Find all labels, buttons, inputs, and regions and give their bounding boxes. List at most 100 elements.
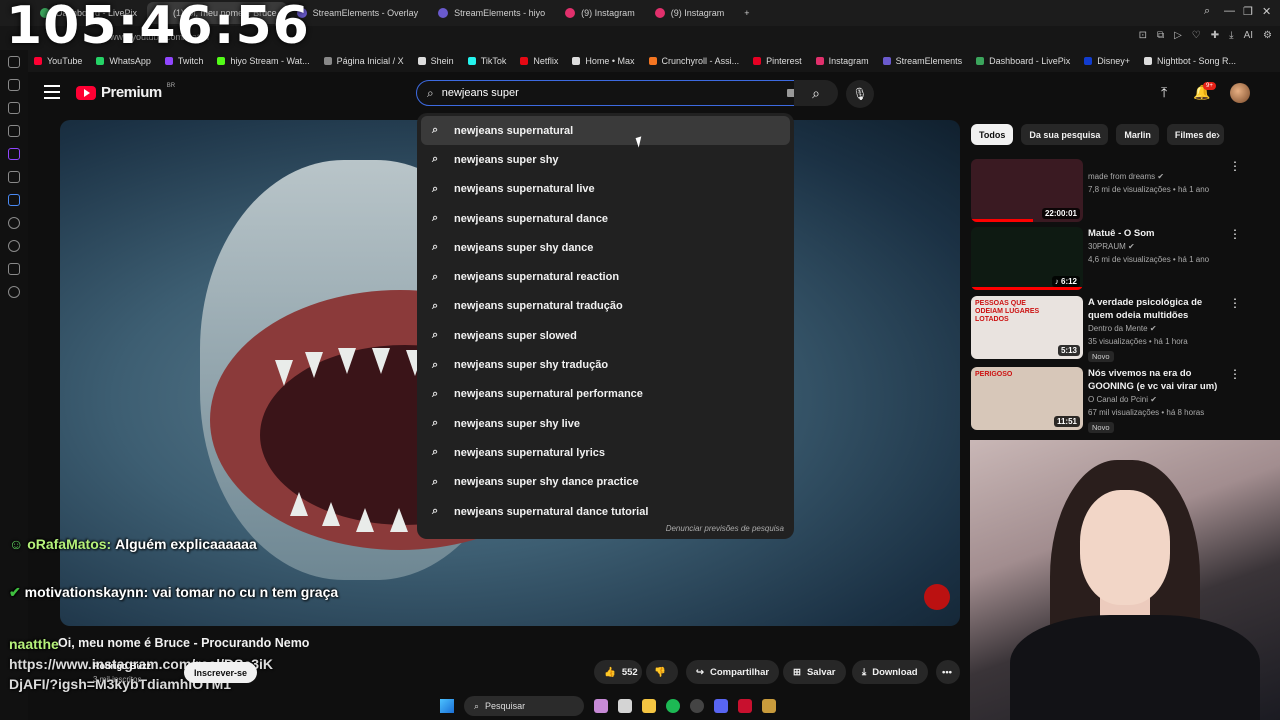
- browser-tab[interactable]: (9) Instagram: [555, 2, 645, 24]
- league-icon[interactable]: [762, 699, 776, 713]
- download-button[interactable]: ⤓ Download: [852, 660, 928, 684]
- discord-icon[interactable]: [714, 699, 728, 713]
- recommended-video[interactable]: ♪ 6:12 Matuê - O Som 30PRAUM ✔ 4,6 mi de vi…: [971, 227, 1241, 291]
- youtube-logo[interactable]: Premium BR: [76, 83, 175, 101]
- bookmark-item[interactable]: Disney+: [1084, 56, 1130, 66]
- recommended-video[interactable]: 22:00:01 made from dreams ✔ 7,8 mi de visu…: [971, 159, 1241, 223]
- search-tabs-icon[interactable]: ⌕: [1204, 5, 1210, 18]
- video-thumbnail[interactable]: ♪ 6:12: [971, 227, 1083, 290]
- more-options-icon[interactable]: ⋮: [1229, 227, 1241, 241]
- search-suggestion[interactable]: ⌕ newjeans supernatural tradução: [417, 292, 794, 321]
- subscribe-button[interactable]: Inscrever-se: [184, 662, 258, 683]
- chip-from-search[interactable]: Da sua pesquisa: [1021, 124, 1109, 145]
- download-icon[interactable]: ⤓: [1229, 30, 1233, 41]
- search-suggestion[interactable]: ⌕ newjeans supernatural dance tutorial: [417, 497, 794, 526]
- new-tab-button[interactable]: +: [734, 2, 759, 24]
- search-box[interactable]: ⌕ ✕: [416, 80, 822, 106]
- recommended-video[interactable]: PESSOAS QUE ODEIAM LUGARES LOTADOS 5:13 A …: [971, 296, 1241, 362]
- more-options-icon[interactable]: ⋮: [1229, 367, 1241, 381]
- channel-name[interactable]: Rodrigo Buzz: [93, 661, 151, 671]
- notes-icon[interactable]: [8, 102, 20, 114]
- clock-icon[interactable]: [8, 240, 20, 252]
- chevron-right-icon[interactable]: ›: [1216, 128, 1220, 142]
- bookmark-item[interactable]: WhatsApp: [96, 56, 151, 66]
- bookmark-item[interactable]: Home • Max: [572, 56, 635, 66]
- create-upload-icon[interactable]: ⤒: [1161, 84, 1167, 101]
- bookmark-item[interactable]: hiyo Stream - Wat...: [217, 56, 310, 66]
- chip-marlin[interactable]: Marlin: [1116, 124, 1159, 145]
- bookmark-item[interactable]: Instagram: [815, 56, 869, 66]
- settings-icon[interactable]: ⚙: [1263, 30, 1272, 41]
- settings-icon[interactable]: [8, 286, 20, 298]
- bookmark-item[interactable]: Shein: [417, 56, 454, 66]
- search-suggestion[interactable]: ⌕ newjeans super shy: [417, 145, 794, 174]
- bookmark-item[interactable]: Twitch: [164, 56, 203, 66]
- puzzle-icon[interactable]: ✚: [1211, 30, 1219, 41]
- chip-todos[interactable]: Todos: [971, 124, 1014, 145]
- wallet-icon[interactable]: [8, 79, 20, 91]
- windows-start-icon[interactable]: [440, 699, 454, 713]
- search-suggestion[interactable]: ⌕ newjeans super shy dance: [417, 233, 794, 262]
- extensions-icon[interactable]: [8, 263, 20, 275]
- search-suggestion[interactable]: ⌕ newjeans super shy tradução: [417, 350, 794, 379]
- extension-icon[interactable]: ⧉: [1157, 30, 1164, 41]
- bookmark-item[interactable]: Página Inicial / X: [323, 56, 404, 66]
- search-suggestion[interactable]: ⌕ newjeans supernatural live: [417, 175, 794, 204]
- bookmark-icon[interactable]: ⊡: [1139, 30, 1147, 41]
- browser-tab[interactable]: StreamElements - hiyo: [428, 2, 555, 24]
- browser-tab[interactable]: (9) Instagram: [645, 2, 735, 24]
- video-thumbnail[interactable]: PESSOAS QUE ODEIAM LUGARES LOTADOS 5:13: [971, 296, 1083, 359]
- history-icon[interactable]: [8, 56, 20, 68]
- ai-button[interactable]: AI: [1244, 30, 1253, 41]
- search-suggestion[interactable]: ⌕ newjeans super shy dance practice: [417, 468, 794, 497]
- bookmark-item[interactable]: Nightbot - Song R...: [1143, 56, 1236, 66]
- obs-icon[interactable]: [690, 699, 704, 713]
- video-thumbnail[interactable]: 22:00:01: [971, 159, 1083, 222]
- taskbar-app-icon[interactable]: [594, 699, 608, 713]
- bookmark-item[interactable]: Netflix: [520, 56, 558, 66]
- translate-icon[interactable]: [8, 194, 20, 206]
- like-button[interactable]: 👍 552: [594, 660, 642, 684]
- search-suggestion[interactable]: ⌕ newjeans supernatural reaction: [417, 262, 794, 291]
- channel-watermark-icon[interactable]: [924, 584, 950, 610]
- save-button[interactable]: ⊞ Salvar: [783, 660, 846, 684]
- video-thumbnail[interactable]: PERIGOSO 11:51: [971, 367, 1083, 430]
- search-suggestion[interactable]: ⌕ newjeans supernatural lyrics: [417, 438, 794, 467]
- bookmark-item[interactable]: Crunchyroll - Assi...: [648, 56, 739, 66]
- more-actions-button[interactable]: •••: [936, 660, 960, 684]
- bookmark-item[interactable]: Pinterest: [753, 56, 802, 66]
- search-button[interactable]: ⌕: [794, 80, 838, 106]
- folder-icon[interactable]: [642, 699, 656, 713]
- search-suggestion[interactable]: ⌕ newjeans supernatural: [421, 116, 790, 146]
- menu-icon[interactable]: [44, 85, 60, 99]
- more-options-icon[interactable]: ⋮: [1229, 296, 1241, 310]
- bookmark-item[interactable]: StreamElements: [882, 56, 962, 66]
- browser-icon[interactable]: [738, 699, 752, 713]
- bookmark-item[interactable]: YouTube: [34, 56, 82, 66]
- twitch-icon[interactable]: [8, 148, 20, 160]
- taskbar-search[interactable]: ⌕ Pesquisar: [464, 696, 584, 716]
- spotify-icon[interactable]: [666, 699, 680, 713]
- search-suggestion[interactable]: ⌕ newjeans supernatural performance: [417, 380, 794, 409]
- voice-search-button[interactable]: 🎙: [846, 80, 874, 108]
- workspace-icon[interactable]: [8, 125, 20, 137]
- recommended-video[interactable]: PERIGOSO 11:51 Nós vivemos na era do GOONI…: [971, 367, 1241, 433]
- player-icon[interactable]: [8, 217, 20, 229]
- search-suggestion[interactable]: ⌕ newjeans super slowed: [417, 321, 794, 350]
- heart-icon[interactable]: ♡: [1192, 30, 1201, 41]
- avatar[interactable]: [1230, 83, 1250, 103]
- bookmark-item[interactable]: TikTok: [467, 56, 506, 66]
- share-button[interactable]: ↪ Compartilhar: [686, 660, 780, 684]
- search-suggestion[interactable]: ⌕ newjeans super shy live: [417, 409, 794, 438]
- search-input[interactable]: [441, 87, 742, 99]
- play-icon[interactable]: ▷: [1174, 30, 1182, 41]
- minimize-icon[interactable]: —: [1224, 5, 1235, 17]
- x-icon[interactable]: [8, 171, 20, 183]
- restore-icon[interactable]: ❐: [1243, 5, 1253, 18]
- report-predictions-link[interactable]: Denunciar previsões de pesquisa: [666, 524, 784, 533]
- dislike-button[interactable]: 👎: [646, 660, 678, 684]
- more-options-icon[interactable]: ⋮: [1229, 159, 1241, 173]
- search-suggestion[interactable]: ⌕ newjeans supernatural dance: [417, 204, 794, 233]
- bookmark-item[interactable]: Dashboard - LivePix: [976, 56, 1070, 66]
- taskbar-app-icon[interactable]: [618, 699, 632, 713]
